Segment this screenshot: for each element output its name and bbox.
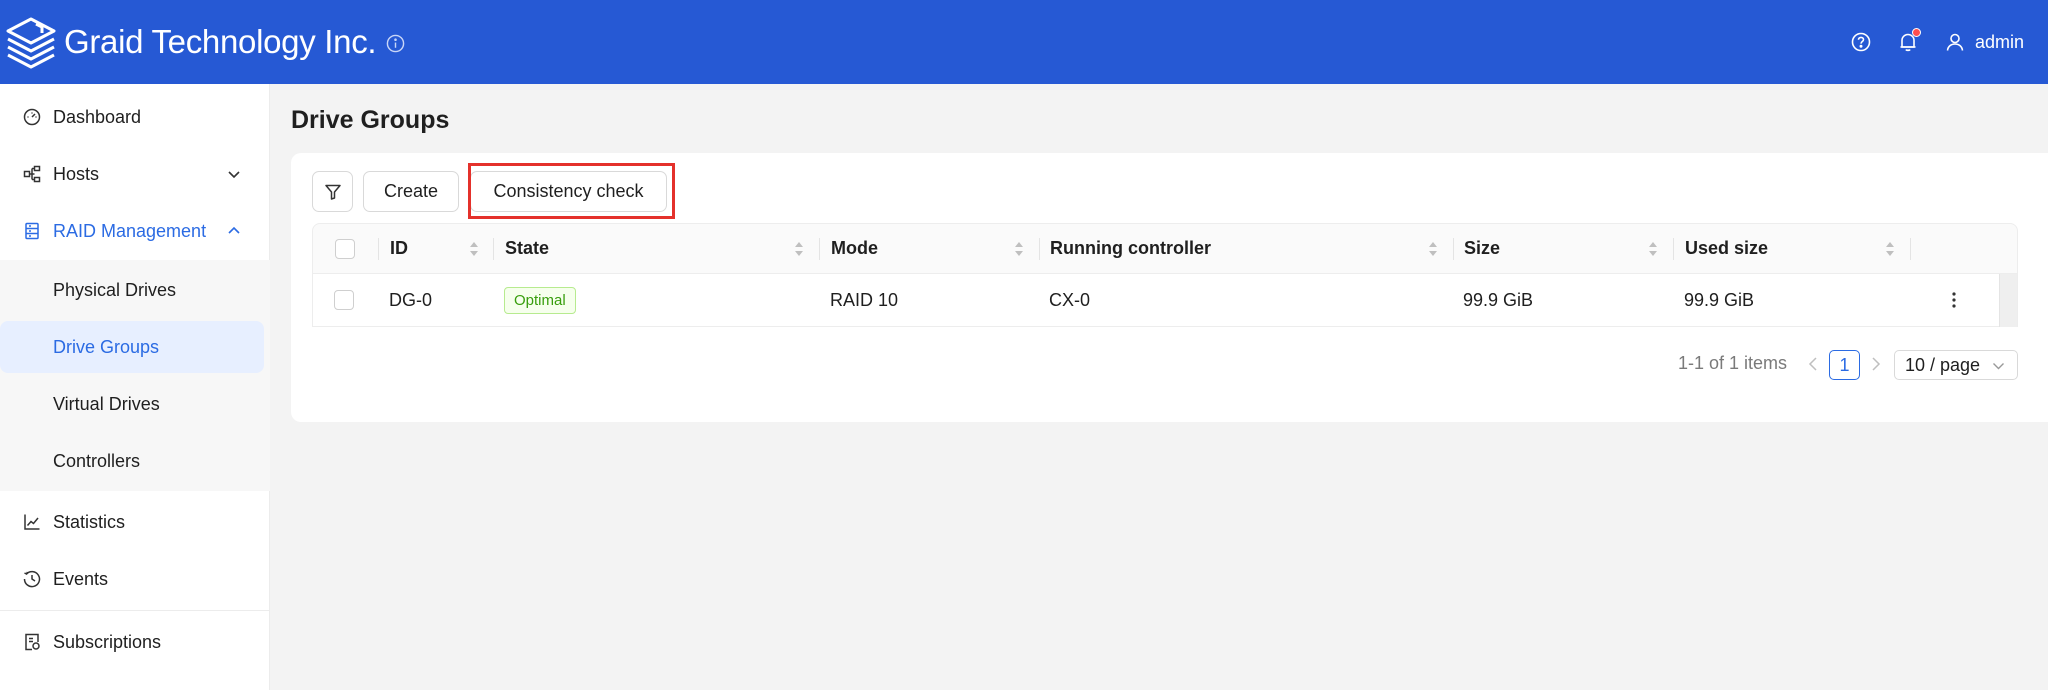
column-header-used-size[interactable]: Used size	[1685, 224, 1768, 273]
sort-icon[interactable]	[1014, 240, 1024, 258]
sort-icon[interactable]	[469, 240, 479, 258]
column-header-mode[interactable]: Mode	[831, 224, 878, 273]
user-name: admin	[1974, 31, 2024, 52]
top-header: Graid Technology Inc. admin	[0, 0, 2048, 84]
user-icon	[1946, 33, 1964, 51]
user-menu[interactable]: admin	[1945, 32, 2024, 53]
graid-logo-icon	[6, 17, 56, 69]
sort-icon[interactable]	[794, 240, 804, 258]
column-header-state[interactable]: State	[505, 224, 549, 273]
statistics-icon	[22, 512, 42, 532]
sidebar: Dashboard Hosts RAID Management Physical…	[0, 84, 270, 690]
help-icon[interactable]	[1850, 31, 1872, 53]
sidebar-item-raid-management[interactable]: RAID Management	[0, 205, 270, 257]
chevron-down-icon	[1993, 363, 2004, 370]
sidebar-item-physical-drives[interactable]: Physical Drives	[0, 264, 264, 316]
filter-icon	[324, 184, 341, 200]
cell-id: DG-0	[389, 289, 433, 310]
cell-size: 99.9 GiB	[1463, 289, 1534, 310]
pagination-page-1[interactable]: 1	[1829, 350, 1860, 380]
cell-mode: RAID 10	[830, 289, 899, 310]
cell-state: Optimal	[504, 274, 576, 326]
sidebar-item-label: RAID Management	[53, 220, 207, 241]
table-header: ID State Mode Running controller Size Us…	[312, 223, 2018, 274]
column-header-size[interactable]: Size	[1464, 224, 1500, 273]
sidebar-item-label: Statistics	[53, 511, 126, 532]
raid-icon	[22, 221, 42, 241]
pagination-total: 1-1 of 1 items	[1678, 353, 1788, 373]
sidebar-item-events[interactable]: Events	[0, 553, 270, 605]
sort-icon[interactable]	[1885, 240, 1895, 258]
subscriptions-icon	[22, 632, 42, 652]
notification-dot	[1911, 28, 1921, 37]
sidebar-item-label: Events	[53, 568, 109, 589]
page-size-value: 10 / page	[1905, 354, 1981, 375]
sidebar-item-label: Virtual Drives	[53, 393, 160, 414]
page-size-select[interactable]: 10 / page	[1894, 350, 2018, 380]
brand[interactable]: Graid Technology Inc.	[0, 14, 405, 70]
sidebar-item-statistics[interactable]: Statistics	[0, 496, 270, 548]
header-actions: admin	[1825, 0, 2024, 84]
sidebar-item-subscriptions[interactable]: Subscriptions	[0, 616, 270, 668]
bell-icon[interactable]	[1897, 28, 1921, 53]
hosts-icon	[22, 164, 42, 184]
filter-button[interactable]	[312, 171, 353, 212]
sidebar-item-hosts[interactable]: Hosts	[0, 148, 270, 200]
consistency-check-button[interactable]: Consistency check	[470, 171, 667, 212]
sidebar-item-label: Hosts	[53, 163, 100, 184]
page-title: Drive Groups	[291, 106, 450, 134]
sidebar-item-label: Subscriptions	[53, 631, 162, 652]
sidebar-item-label: Dashboard	[53, 106, 142, 127]
info-icon[interactable]	[386, 34, 405, 53]
status-badge: Optimal	[504, 286, 576, 314]
sidebar-item-virtual-drives[interactable]: Virtual Drives	[0, 378, 264, 430]
sidebar-item-dashboard[interactable]: Dashboard	[0, 91, 270, 143]
horizontal-scrollbar[interactable]	[1999, 274, 2017, 327]
row-actions-button[interactable]	[1951, 274, 1957, 326]
events-icon	[22, 569, 42, 589]
sidebar-item-controllers[interactable]: Controllers	[0, 435, 264, 487]
brand-name: Graid Technology Inc.	[64, 23, 377, 60]
table-row[interactable]: DG-0 Optimal RAID 10 CX-0 99.9 GiB 99.9 …	[312, 274, 2018, 327]
column-header-id[interactable]: ID	[390, 224, 408, 273]
sidebar-item-drive-groups[interactable]: Drive Groups	[0, 321, 264, 373]
cell-running-controller: CX-0	[1049, 289, 1091, 310]
sidebar-item-label: Drive Groups	[53, 336, 160, 357]
select-all-checkbox[interactable]	[335, 224, 355, 273]
cell-used-size: 99.9 GiB	[1684, 289, 1755, 310]
chevron-left-icon[interactable]	[1806, 355, 1820, 373]
create-button[interactable]: Create	[363, 171, 459, 212]
row-checkbox[interactable]	[334, 274, 354, 326]
column-header-running-controller[interactable]: Running controller	[1050, 224, 1211, 273]
more-vertical-icon	[1952, 292, 1956, 308]
sort-icon[interactable]	[1648, 240, 1658, 258]
raid-submenu: Physical Drives Drive Groups Virtual Dri…	[0, 260, 270, 491]
sidebar-item-label: Physical Drives	[53, 279, 177, 300]
sort-icon[interactable]	[1428, 240, 1438, 258]
chevron-up-icon	[228, 226, 240, 234]
sidebar-item-label: Controllers	[53, 450, 141, 471]
chevron-down-icon	[228, 171, 240, 179]
sidebar-divider	[0, 610, 270, 611]
chevron-right-icon[interactable]	[1869, 355, 1883, 373]
dashboard-icon	[22, 107, 42, 127]
